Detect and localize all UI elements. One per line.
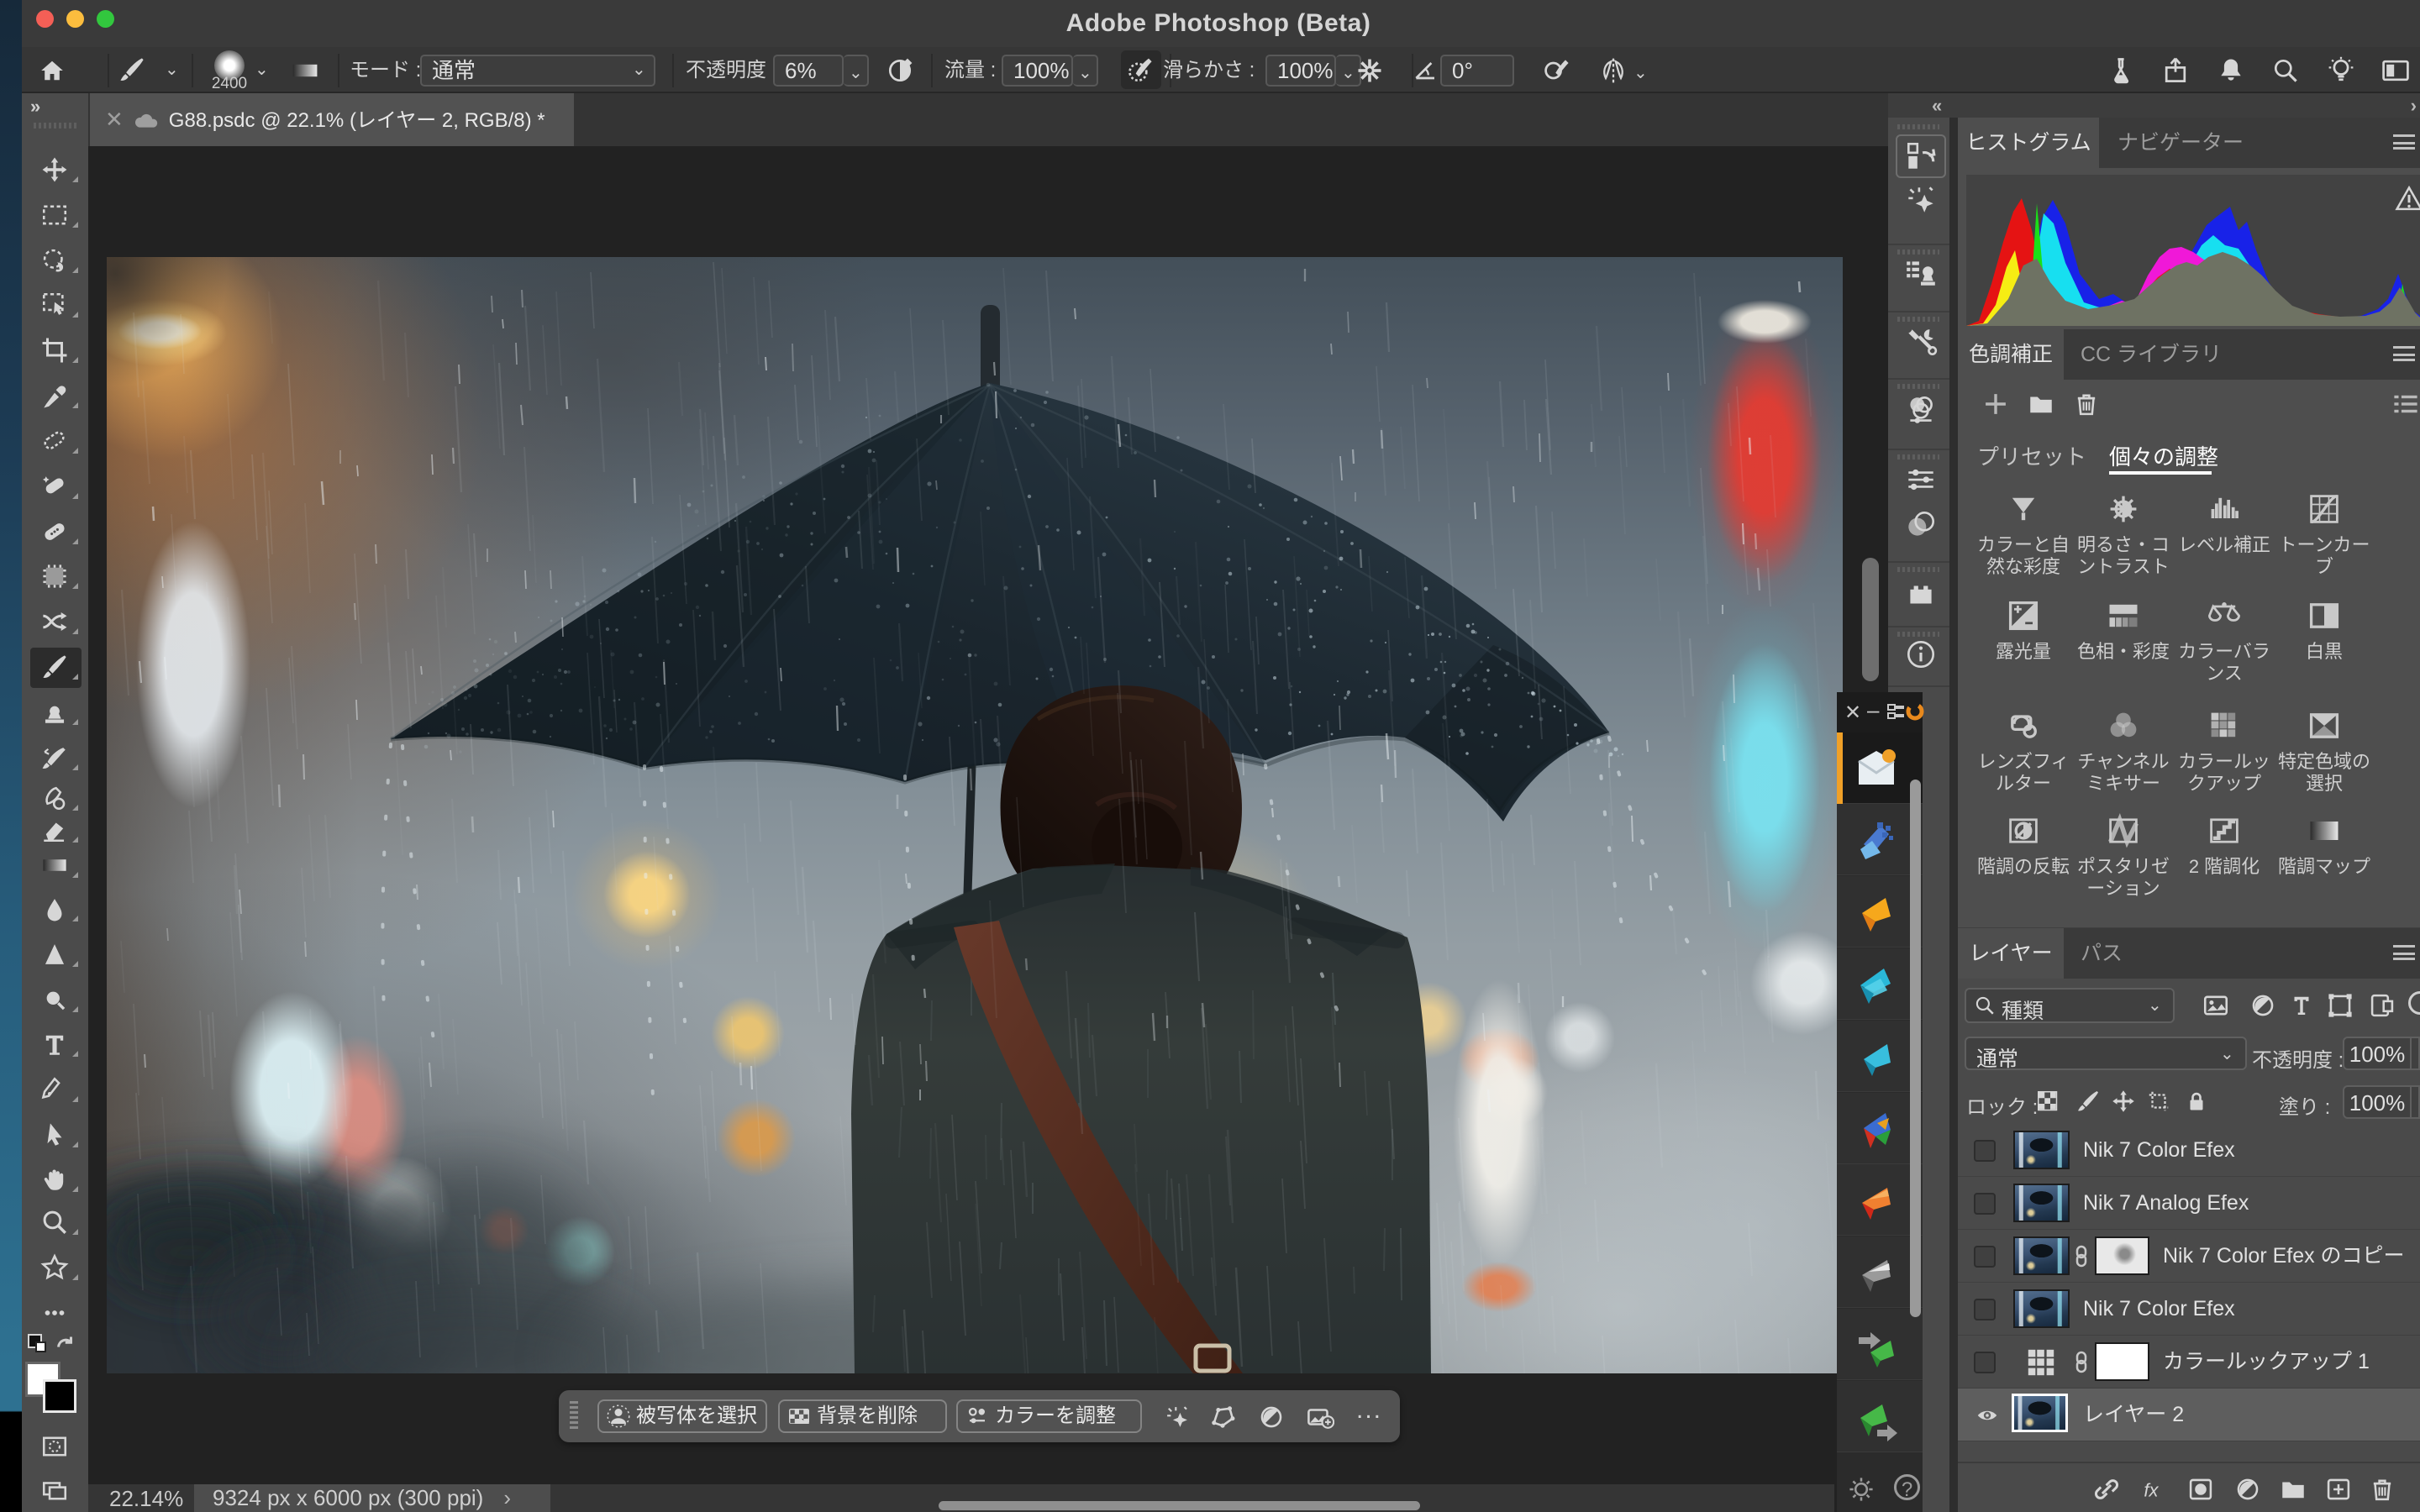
svg-text:fx: fx (2144, 1480, 2159, 1501)
